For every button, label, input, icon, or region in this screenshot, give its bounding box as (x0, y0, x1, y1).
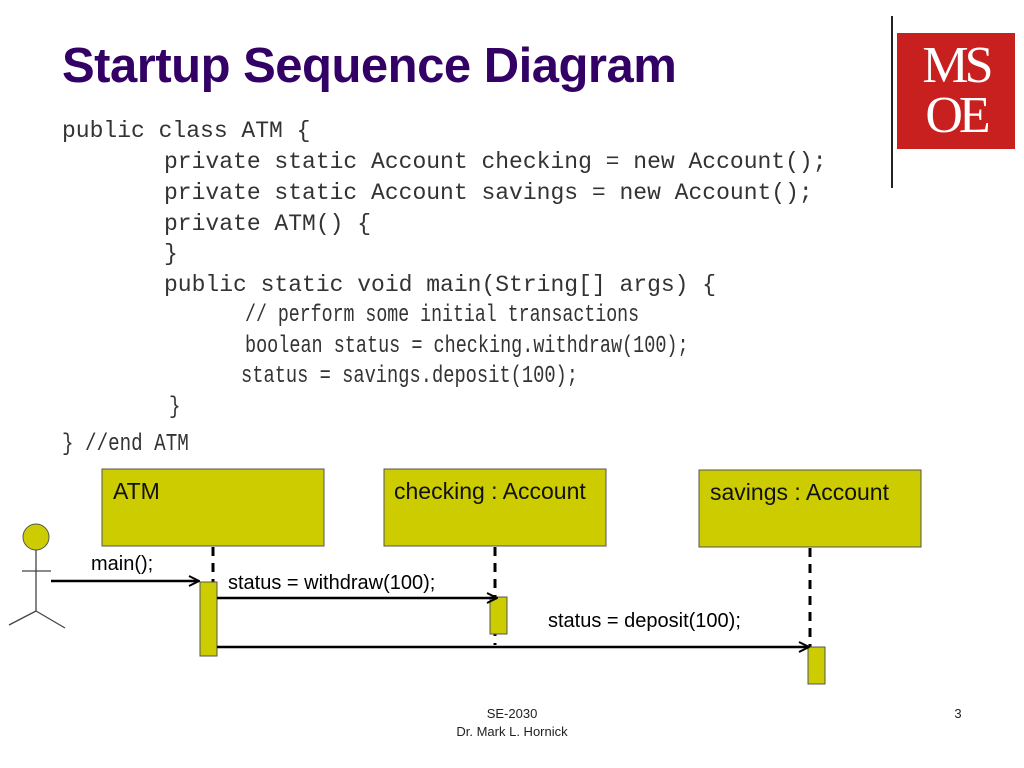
footer-course: SE-2030 (486, 706, 538, 721)
message-label-withdraw: status = withdraw(100); (228, 572, 436, 594)
activation-atm (199, 581, 218, 657)
footer-author: Dr. Mark L. Hornick (456, 724, 568, 739)
message-label-main: main(); (91, 553, 154, 575)
page-number: 3 (954, 706, 962, 721)
activation-savings (807, 646, 826, 685)
object-label-atm: ATM (113, 478, 160, 504)
sequence-diagram (8, 468, 922, 685)
activation-checking (489, 596, 508, 635)
message-label-deposit: status = deposit(100); (548, 610, 741, 632)
object-label-savings: savings : Account (710, 479, 889, 505)
actor-stick-figure (8, 523, 66, 629)
object-label-checking: checking : Account (394, 478, 586, 504)
